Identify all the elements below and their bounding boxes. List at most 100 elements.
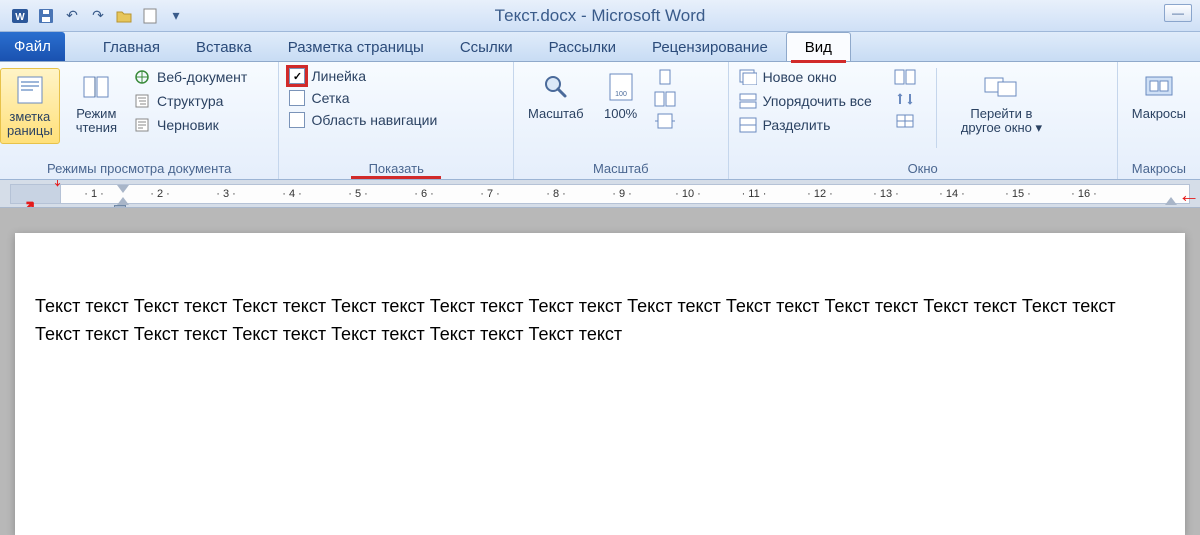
ruler-ticks: · 1 ·· 2 ·· 3 ·· 4 ·· 5 ·· 6 ·· 7 ·· 8 ·…: [61, 185, 1189, 203]
gridlines-checkbox[interactable]: Сетка: [289, 90, 437, 106]
ruler-left-margin: [10, 184, 60, 204]
window-title: Текст.docx - Microsoft Word: [495, 6, 706, 26]
switch-windows-label: Перейти в другое окно ▾: [961, 107, 1042, 136]
document-page[interactable]: Текст текст Текст текст Текст текст Текс…: [15, 233, 1185, 535]
word-icon[interactable]: W: [10, 6, 30, 26]
group-document-views: зметка раницы Режим чтения Веб-документ …: [0, 62, 279, 179]
outline-button[interactable]: Структура: [133, 92, 247, 110]
ruler-number: · 9 ·: [589, 188, 655, 200]
left-indent-marker[interactable]: [114, 205, 126, 208]
svg-text:100: 100: [615, 91, 627, 98]
window-controls: —: [1164, 4, 1192, 22]
ruler-number: · 6 ·: [391, 188, 457, 200]
document-workspace: Текст текст Текст текст Текст текст Текс…: [0, 208, 1200, 535]
new-doc-icon[interactable]: [140, 6, 160, 26]
ruler-number: · 15 ·: [985, 188, 1051, 200]
sync-scroll-button[interactable]: [894, 90, 916, 108]
macros-label: Макросы: [1132, 107, 1186, 121]
group-zoom: Масштаб 100 100% Масштаб: [514, 62, 729, 179]
group-views-label: Режимы просмотра документа: [0, 160, 278, 179]
web-layout-icon: [133, 68, 151, 86]
first-line-indent-marker[interactable]: [117, 185, 129, 193]
new-window-icon: [739, 68, 757, 86]
split-label: Разделить: [763, 117, 831, 133]
switch-windows-button[interactable]: Перейти в другое окно ▾: [957, 68, 1046, 138]
zoom-button[interactable]: Масштаб: [524, 68, 588, 123]
reading-mode-icon: [79, 70, 113, 104]
horizontal-ruler[interactable]: · 1 ·· 2 ·· 3 ·· 4 ·· 5 ·· 6 ·· 7 ·· 8 ·…: [0, 180, 1200, 208]
print-layout-button[interactable]: зметка раницы: [0, 68, 60, 144]
group-show: Линейка Сетка Область навигации Показать: [279, 62, 514, 179]
ribbon: зметка раницы Режим чтения Веб-документ …: [0, 62, 1200, 180]
reading-mode-label: Режим чтения: [76, 107, 117, 136]
navpane-label: Область навигации: [311, 112, 437, 128]
tab-insert[interactable]: Вставка: [178, 33, 270, 61]
group-zoom-label: Масштаб: [514, 160, 728, 179]
view-side-by-side-button[interactable]: [894, 68, 916, 86]
arrange-all-button[interactable]: Упорядочить все: [739, 92, 872, 110]
arrange-all-label: Упорядочить все: [763, 93, 872, 109]
reading-mode-button[interactable]: Режим чтения: [72, 68, 121, 138]
new-window-label: Новое окно: [763, 69, 837, 85]
redo-icon[interactable]: ↷: [88, 6, 108, 26]
navpane-checkbox[interactable]: Область навигации: [289, 112, 437, 128]
tab-mailings[interactable]: Рассылки: [531, 33, 634, 61]
ruler-number: · 14 ·: [919, 188, 985, 200]
print-layout-label: зметка раницы: [7, 110, 53, 139]
zoom-label: Масштаб: [528, 107, 584, 121]
right-indent-marker[interactable]: [1165, 197, 1177, 205]
tab-view[interactable]: Вид: [786, 32, 851, 61]
paragraph[interactable]: Текст текст Текст текст Текст текст Текс…: [35, 293, 1165, 349]
tab-file[interactable]: Файл: [0, 32, 65, 61]
qat-dropdown-icon[interactable]: ▾: [166, 6, 186, 26]
ruler-number: · 10 ·: [655, 188, 721, 200]
draft-button[interactable]: Черновик: [133, 116, 247, 134]
switch-windows-icon: [984, 70, 1018, 104]
ruler-checkbox[interactable]: Линейка: [289, 68, 437, 84]
print-layout-icon: [13, 73, 47, 107]
hanging-indent-marker[interactable]: [117, 197, 129, 205]
page-100-icon: 100: [604, 70, 638, 104]
ruler-label: Линейка: [311, 68, 366, 84]
title-bar: W ↶ ↷ ▾ Текст.docx - Microsoft Word —: [0, 0, 1200, 32]
gridlines-label: Сетка: [311, 90, 349, 106]
split-icon: [739, 116, 757, 134]
group-macros-label: Макросы: [1118, 160, 1200, 179]
ruler-track[interactable]: · 1 ·· 2 ·· 3 ·· 4 ·· 5 ·· 6 ·· 7 ·· 8 ·…: [60, 184, 1190, 204]
minimize-button[interactable]: —: [1164, 4, 1192, 22]
save-icon[interactable]: [36, 6, 56, 26]
group-show-label: Показать: [279, 160, 513, 179]
split-button[interactable]: Разделить: [739, 116, 872, 134]
open-folder-icon[interactable]: [114, 6, 134, 26]
web-layout-button[interactable]: Веб-документ: [133, 68, 247, 86]
tab-page-layout[interactable]: Разметка страницы: [270, 33, 442, 61]
tab-home[interactable]: Главная: [85, 33, 178, 61]
checkbox-icon: [289, 112, 305, 128]
undo-icon[interactable]: ↶: [62, 6, 82, 26]
draft-icon: [133, 116, 151, 134]
ruler-number: · 5 ·: [325, 188, 391, 200]
draft-label: Черновик: [157, 117, 219, 133]
reset-position-button[interactable]: [894, 112, 916, 130]
ruler-number: · 4 ·: [259, 188, 325, 200]
magnifier-icon: [539, 70, 573, 104]
arrange-all-icon: [739, 92, 757, 110]
group-macros: Макросы Макросы: [1118, 62, 1200, 179]
new-window-button[interactable]: Новое окно: [739, 68, 872, 86]
zoom-100-button[interactable]: 100 100%: [600, 68, 642, 123]
annotation-underline: [351, 176, 441, 179]
ruler-number: · 2 ·: [127, 188, 193, 200]
outline-label: Структура: [157, 93, 223, 109]
tab-review[interactable]: Рецензирование: [634, 33, 786, 61]
ruler-number: · 11 ·: [721, 188, 787, 200]
group-window: Новое окно Упорядочить все Разделить Пер…: [729, 62, 1118, 179]
checkbox-icon: [289, 90, 305, 106]
annotation-underline: [791, 60, 846, 63]
group-window-label: Окно: [729, 160, 1117, 179]
two-pages-button[interactable]: [654, 90, 676, 108]
tab-references[interactable]: Ссылки: [442, 33, 531, 61]
ruler-number: · 7 ·: [457, 188, 523, 200]
page-width-button[interactable]: [654, 112, 676, 130]
macros-button[interactable]: Макросы: [1128, 68, 1190, 123]
one-page-button[interactable]: [654, 68, 676, 86]
